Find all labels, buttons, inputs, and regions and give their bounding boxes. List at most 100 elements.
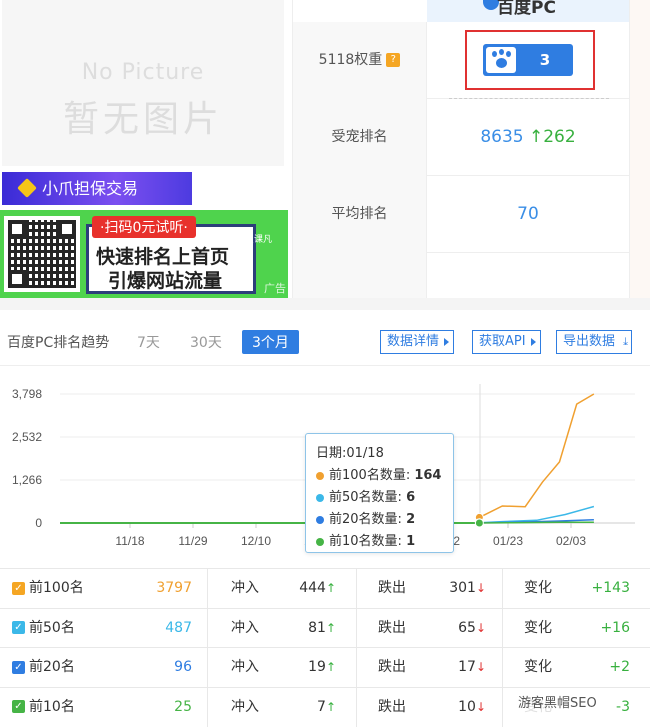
checkbox-icon[interactable]: ✓ [12,581,25,595]
in-label: 冲入 [231,619,259,636]
tooltip-row-top50: 前50名数量: 6 [316,487,443,509]
up-arrow-icon: ↑ [325,660,336,674]
summary-row-name[interactable]: ✓ 前10名 [12,688,75,727]
y-tick-label: 2,532 [12,430,42,444]
out-value: 17↓ [458,659,486,675]
guarantee-trade-banner[interactable]: 小爪担保交易 [2,172,192,205]
checkbox-icon[interactable]: ✓ [12,621,25,634]
row-avg-rank-label: 平均排名 [293,176,427,253]
help-icon[interactable]: ? [386,53,401,67]
watermark: 游客黑帽SEO [514,690,601,713]
rank-table-header-label: 百度PC [497,0,556,18]
in-value: 81↑ [308,619,336,636]
y-tick-label: 1,266 [12,473,42,487]
change-value: +16 [600,619,630,636]
change-value: +143 [591,580,630,596]
row-weight-label: 5118权重? [293,22,427,99]
row-pet-rank-value[interactable]: 8635 ↑262 [427,99,629,176]
out-value: 10↓ [458,698,486,715]
summary-row-name[interactable]: ✓ 前100名 [12,569,84,608]
range-30-days[interactable]: 30天 [190,332,222,352]
change-value: +2 [609,659,630,675]
series-line [479,393,595,519]
series-point [474,518,484,528]
range-3-months[interactable]: 3个月 [242,330,299,354]
no-picture-zh: 暂无图片 [62,99,223,140]
qr-code-image [4,216,80,292]
x-tick-label: 12/10 [241,534,271,548]
ad-banner[interactable]: ·扫码0元试听· 快速排名上首页 引爆网站流量 魔贝课凡 广告 [0,210,288,298]
ad-headline-2: 引爆网站流量 [108,270,223,292]
out-label: 跌出 [378,619,406,636]
out-value: 301↓ [449,580,486,596]
data-details-button[interactable]: 数据详情 [380,330,455,354]
summary-row-value: 25 [174,698,192,715]
y-tick-label: 3,798 [12,387,42,401]
change-label: 变化 [524,659,552,675]
up-arrow-icon: ↑ [325,581,336,595]
weight-value: 3 [539,51,551,69]
in-label: 冲入 [231,659,259,675]
out-value: 65↓ [458,619,486,636]
download-icon: ⤓ [623,335,629,348]
rank-table: 百度PC 5118权重? 3 受宠排名 8635 ↑262 平均排名 70 [292,0,650,298]
tooltip-row-top10: 前10名数量: 1 [316,531,443,553]
x-tick-label: 11/29 [178,534,207,548]
range-7-days[interactable]: 7天 [137,332,160,352]
row-pet-rank: 受宠排名 8635 ↑262 [293,99,629,176]
y-tick-label: 0 [35,516,42,530]
chevron-right-icon [530,338,536,346]
no-picture-placeholder: No Picture 暂无图片 [2,0,284,166]
row-avg-rank-value[interactable]: 70 [427,176,629,253]
down-arrow-icon: ↓ [475,660,486,674]
summary-row-value: 487 [165,619,192,636]
legend-dot-icon [316,537,324,546]
in-value: 7↑ [317,698,336,715]
tooltip-row-top100: 前100名数量: 164 [316,465,443,487]
change-label: 变化 [524,580,552,596]
tooltip-date: 日期:01/18 [316,446,384,461]
row-pet-rank-label: 受宠排名 [293,99,427,176]
summary-row-name[interactable]: ✓ 前50名 [12,609,75,648]
export-data-button[interactable]: 导出数据 ⤓ [556,330,633,354]
legend-dot-icon [316,493,324,502]
out-label: 跌出 [378,698,406,715]
up-arrow-icon: ↑ [325,620,336,635]
checkbox-icon[interactable]: ✓ [12,700,25,713]
summary-row: ✓ 前20名 96 冲入 19↑ 跌出 17↓ 变化 +2 [0,647,650,687]
up-arrow-icon: ↑ [325,699,336,714]
get-api-button[interactable]: 获取API [472,330,541,354]
change-label: 变化 [524,619,552,636]
checkbox-icon[interactable]: ✓ [12,660,25,674]
row-avg-rank: 平均排名 70 [293,176,629,253]
chart-tooltip: 日期:01/18 前100名数量: 164 前50名数量: 6 前20名数量: … [305,433,454,553]
trend-toolbar: 百度PC排名趋势 7天 30天 3个月 数据详情 获取API 导出数据 ⤓ [0,310,650,366]
in-value: 444↑ [299,580,336,596]
series-line [479,521,594,524]
ad-brand: 魔贝课凡 [236,235,273,245]
in-label: 冲入 [231,580,259,596]
legend-dot-icon [316,471,324,480]
summary-row-value: 96 [174,659,192,675]
summary-row-value: 3797 [156,580,192,596]
banner-label: 小爪担保交易 [42,179,139,198]
rank-table-header: 百度PC [427,0,629,22]
left-column: No Picture 暂无图片 小爪担保交易 ·扫码0元试听· 快速排名上首页 … [0,0,292,298]
ad-tag: ·扫码0元试听· [92,216,196,238]
summary-row-name[interactable]: ✓ 前20名 [12,648,75,687]
section-separator [0,298,650,310]
trend-title: 百度PC排名趋势 [7,335,110,351]
down-arrow-icon: ↓ [475,620,486,635]
x-tick-label: 01/23 [493,534,523,548]
out-label: 跌出 [378,659,406,675]
baidu-paw-icon [486,47,516,73]
weight-badge[interactable]: 3 [483,44,573,76]
diamond-icon [17,178,37,198]
no-picture-en: No Picture [81,60,205,85]
out-label: 跌出 [378,580,406,596]
in-value: 19↑ [308,659,336,675]
ad-headline-1: 快速排名上首页 [96,246,230,268]
legend-dot-icon [316,515,324,524]
summary-row: ✓ 前50名 487 冲入 81↑ 跌出 65↓ 变化 +16 [0,607,650,648]
ad-mark: 广告 [264,282,286,295]
